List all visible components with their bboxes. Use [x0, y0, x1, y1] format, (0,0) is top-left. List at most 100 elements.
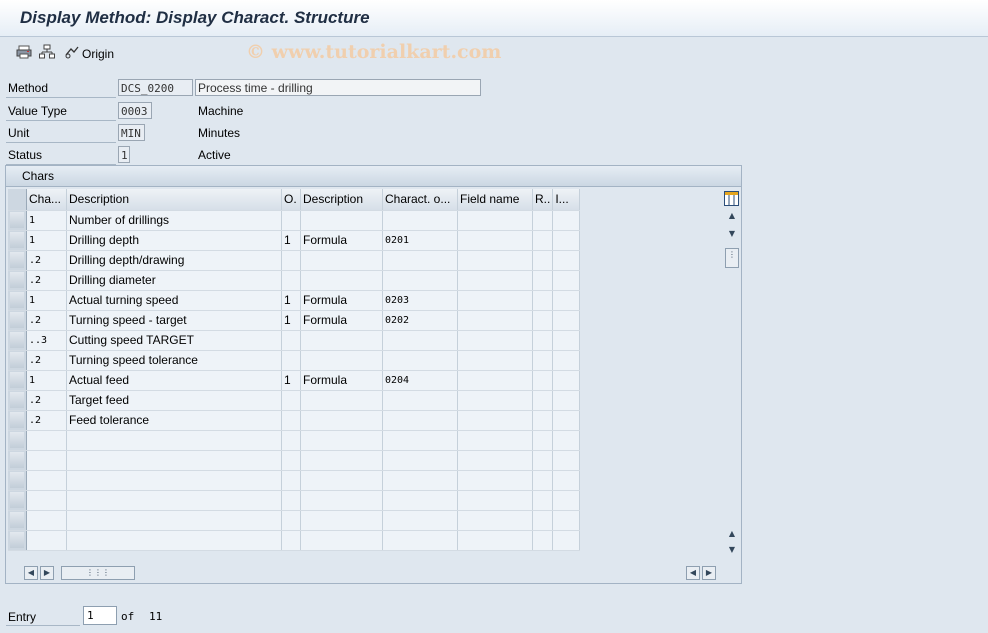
table-cell[interactable]: .2: [26, 310, 67, 331]
table-cell[interactable]: [281, 210, 301, 231]
table-cell[interactable]: [457, 330, 533, 351]
table-cell[interactable]: [457, 290, 533, 311]
row-selector[interactable]: [8, 270, 27, 291]
row-selector[interactable]: [8, 510, 27, 531]
empty-cell[interactable]: [300, 490, 383, 511]
table-cell[interactable]: Formula: [300, 370, 383, 391]
table-cell[interactable]: Feed tolerance: [66, 410, 282, 431]
empty-cell[interactable]: [26, 530, 67, 551]
scroll-left-icon[interactable]: ◀: [686, 566, 700, 580]
empty-cell[interactable]: [552, 430, 581, 451]
table-cell[interactable]: Formula: [300, 290, 383, 311]
scroll-up-icon[interactable]: ▲: [725, 528, 739, 542]
vertical-scrollbar[interactable]: ▲ ▼ ⋮ ▲ ▼: [724, 188, 740, 558]
scroll-right-icon[interactable]: ▶: [40, 566, 54, 580]
table-cell[interactable]: 1: [281, 310, 301, 331]
row-selector[interactable]: [8, 290, 27, 311]
table-cell[interactable]: [281, 330, 301, 351]
empty-cell[interactable]: [382, 510, 458, 531]
table-cell[interactable]: [300, 350, 383, 371]
table-cell[interactable]: Formula: [300, 230, 383, 251]
table-cell[interactable]: [532, 270, 554, 291]
table-cell[interactable]: [552, 310, 581, 331]
empty-cell[interactable]: [281, 490, 301, 511]
table-cell[interactable]: [382, 410, 458, 431]
table-cell[interactable]: [532, 310, 554, 331]
column-header[interactable]: Cha...: [26, 189, 67, 211]
table-cell[interactable]: Formula: [300, 310, 383, 331]
table-row[interactable]: 1 Number of drillings: [8, 210, 581, 231]
empty-cell[interactable]: [457, 470, 533, 491]
scroll-down-icon[interactable]: ▼: [725, 544, 739, 558]
row-selector[interactable]: [8, 390, 27, 411]
column-header[interactable]: R..: [532, 189, 554, 211]
table-row[interactable]: [8, 470, 581, 491]
scroll-right-icon[interactable]: ▶: [702, 566, 716, 580]
row-selector[interactable]: [8, 450, 27, 471]
empty-cell[interactable]: [66, 490, 282, 511]
table-row[interactable]: 1 Actual feed 1 Formula 0204: [8, 370, 581, 391]
table-row[interactable]: [8, 530, 581, 551]
table-cell[interactable]: [532, 410, 554, 431]
table-cell[interactable]: [552, 330, 581, 351]
scroll-left-icon[interactable]: ◀: [24, 566, 38, 580]
table-cell[interactable]: [281, 250, 301, 271]
column-header[interactable]: I...: [552, 189, 581, 211]
table-cell[interactable]: 1: [281, 370, 301, 391]
horizontal-scrollbar[interactable]: ◀ ▶ ⋮⋮⋮ ◀ ▶: [24, 565, 724, 581]
empty-cell[interactable]: [382, 530, 458, 551]
table-cell[interactable]: Target feed: [66, 390, 282, 411]
table-cell[interactable]: [382, 250, 458, 271]
empty-cell[interactable]: [552, 490, 581, 511]
scroll-thumb[interactable]: ⋮: [725, 248, 739, 268]
table-cell[interactable]: [457, 210, 533, 231]
row-selector[interactable]: [8, 350, 27, 371]
table-row[interactable]: .2 Turning speed - target 1 Formula 0202: [8, 310, 581, 331]
column-header[interactable]: Description: [66, 189, 282, 211]
empty-cell[interactable]: [532, 450, 554, 471]
empty-cell[interactable]: [66, 530, 282, 551]
table-cell[interactable]: 1: [26, 290, 67, 311]
table-cell[interactable]: [457, 370, 533, 391]
hscroll-thumb[interactable]: ⋮⋮⋮: [61, 566, 135, 580]
scroll-up-icon[interactable]: ▲: [725, 210, 739, 224]
table-cell[interactable]: [300, 330, 383, 351]
empty-cell[interactable]: [552, 470, 581, 491]
table-cell[interactable]: Drilling diameter: [66, 270, 282, 291]
empty-cell[interactable]: [300, 530, 383, 551]
row-selector[interactable]: [8, 430, 27, 451]
table-cell[interactable]: [457, 410, 533, 431]
empty-cell[interactable]: [26, 510, 67, 531]
table-cell[interactable]: [382, 330, 458, 351]
table-cell[interactable]: [532, 330, 554, 351]
table-cell[interactable]: [552, 270, 581, 291]
table-cell[interactable]: 1: [281, 230, 301, 251]
empty-cell[interactable]: [66, 470, 282, 491]
table-cell[interactable]: 0202: [382, 310, 458, 331]
empty-cell[interactable]: [26, 430, 67, 451]
empty-cell[interactable]: [382, 450, 458, 471]
row-selector[interactable]: [8, 410, 27, 431]
table-cell[interactable]: Turning speed - target: [66, 310, 282, 331]
row-selector[interactable]: [8, 370, 27, 391]
empty-cell[interactable]: [300, 450, 383, 471]
table-cell[interactable]: [281, 390, 301, 411]
empty-cell[interactable]: [26, 470, 67, 491]
table-row[interactable]: .2 Feed tolerance: [8, 410, 581, 431]
table-cell[interactable]: [552, 290, 581, 311]
hierarchy-icon[interactable]: [39, 44, 55, 60]
table-cell[interactable]: 1: [26, 230, 67, 251]
table-cell[interactable]: [532, 390, 554, 411]
row-selector[interactable]: [8, 230, 27, 251]
empty-cell[interactable]: [281, 450, 301, 471]
table-cell[interactable]: [457, 390, 533, 411]
empty-cell[interactable]: [532, 490, 554, 511]
table-cell[interactable]: 1: [26, 210, 67, 231]
table-cell[interactable]: [281, 270, 301, 291]
table-cell[interactable]: .2: [26, 270, 67, 291]
table-cell[interactable]: [382, 210, 458, 231]
table-cell[interactable]: [552, 410, 581, 431]
column-header[interactable]: Field name: [457, 189, 533, 211]
table-cell[interactable]: [552, 370, 581, 391]
table-cell[interactable]: [532, 290, 554, 311]
